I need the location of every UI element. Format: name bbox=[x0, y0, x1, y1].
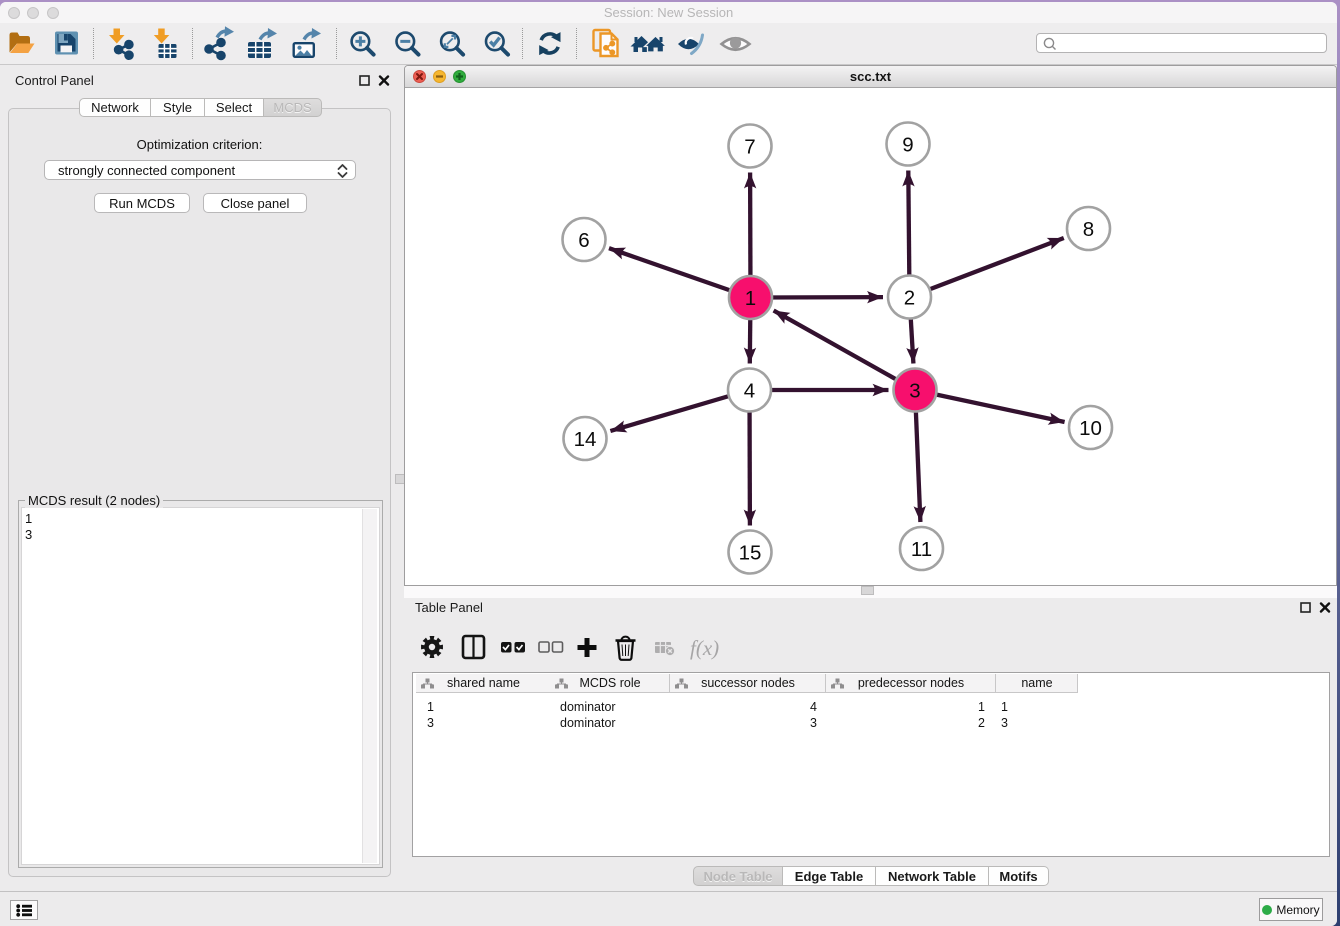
svg-text:6: 6 bbox=[578, 229, 589, 252]
svg-text:15: 15 bbox=[739, 541, 762, 564]
svg-text:11: 11 bbox=[911, 538, 932, 561]
svg-text:1: 1 bbox=[745, 287, 756, 310]
svg-text:7: 7 bbox=[744, 135, 755, 158]
svg-text:8: 8 bbox=[1083, 218, 1094, 241]
svg-text:3: 3 bbox=[909, 379, 920, 402]
svg-text:9: 9 bbox=[902, 133, 913, 156]
svg-text:4: 4 bbox=[744, 379, 755, 402]
svg-text:10: 10 bbox=[1079, 417, 1102, 440]
svg-text:14: 14 bbox=[574, 428, 597, 451]
svg-text:f(x): f(x) bbox=[690, 636, 719, 660]
svg-text:2: 2 bbox=[904, 286, 915, 309]
